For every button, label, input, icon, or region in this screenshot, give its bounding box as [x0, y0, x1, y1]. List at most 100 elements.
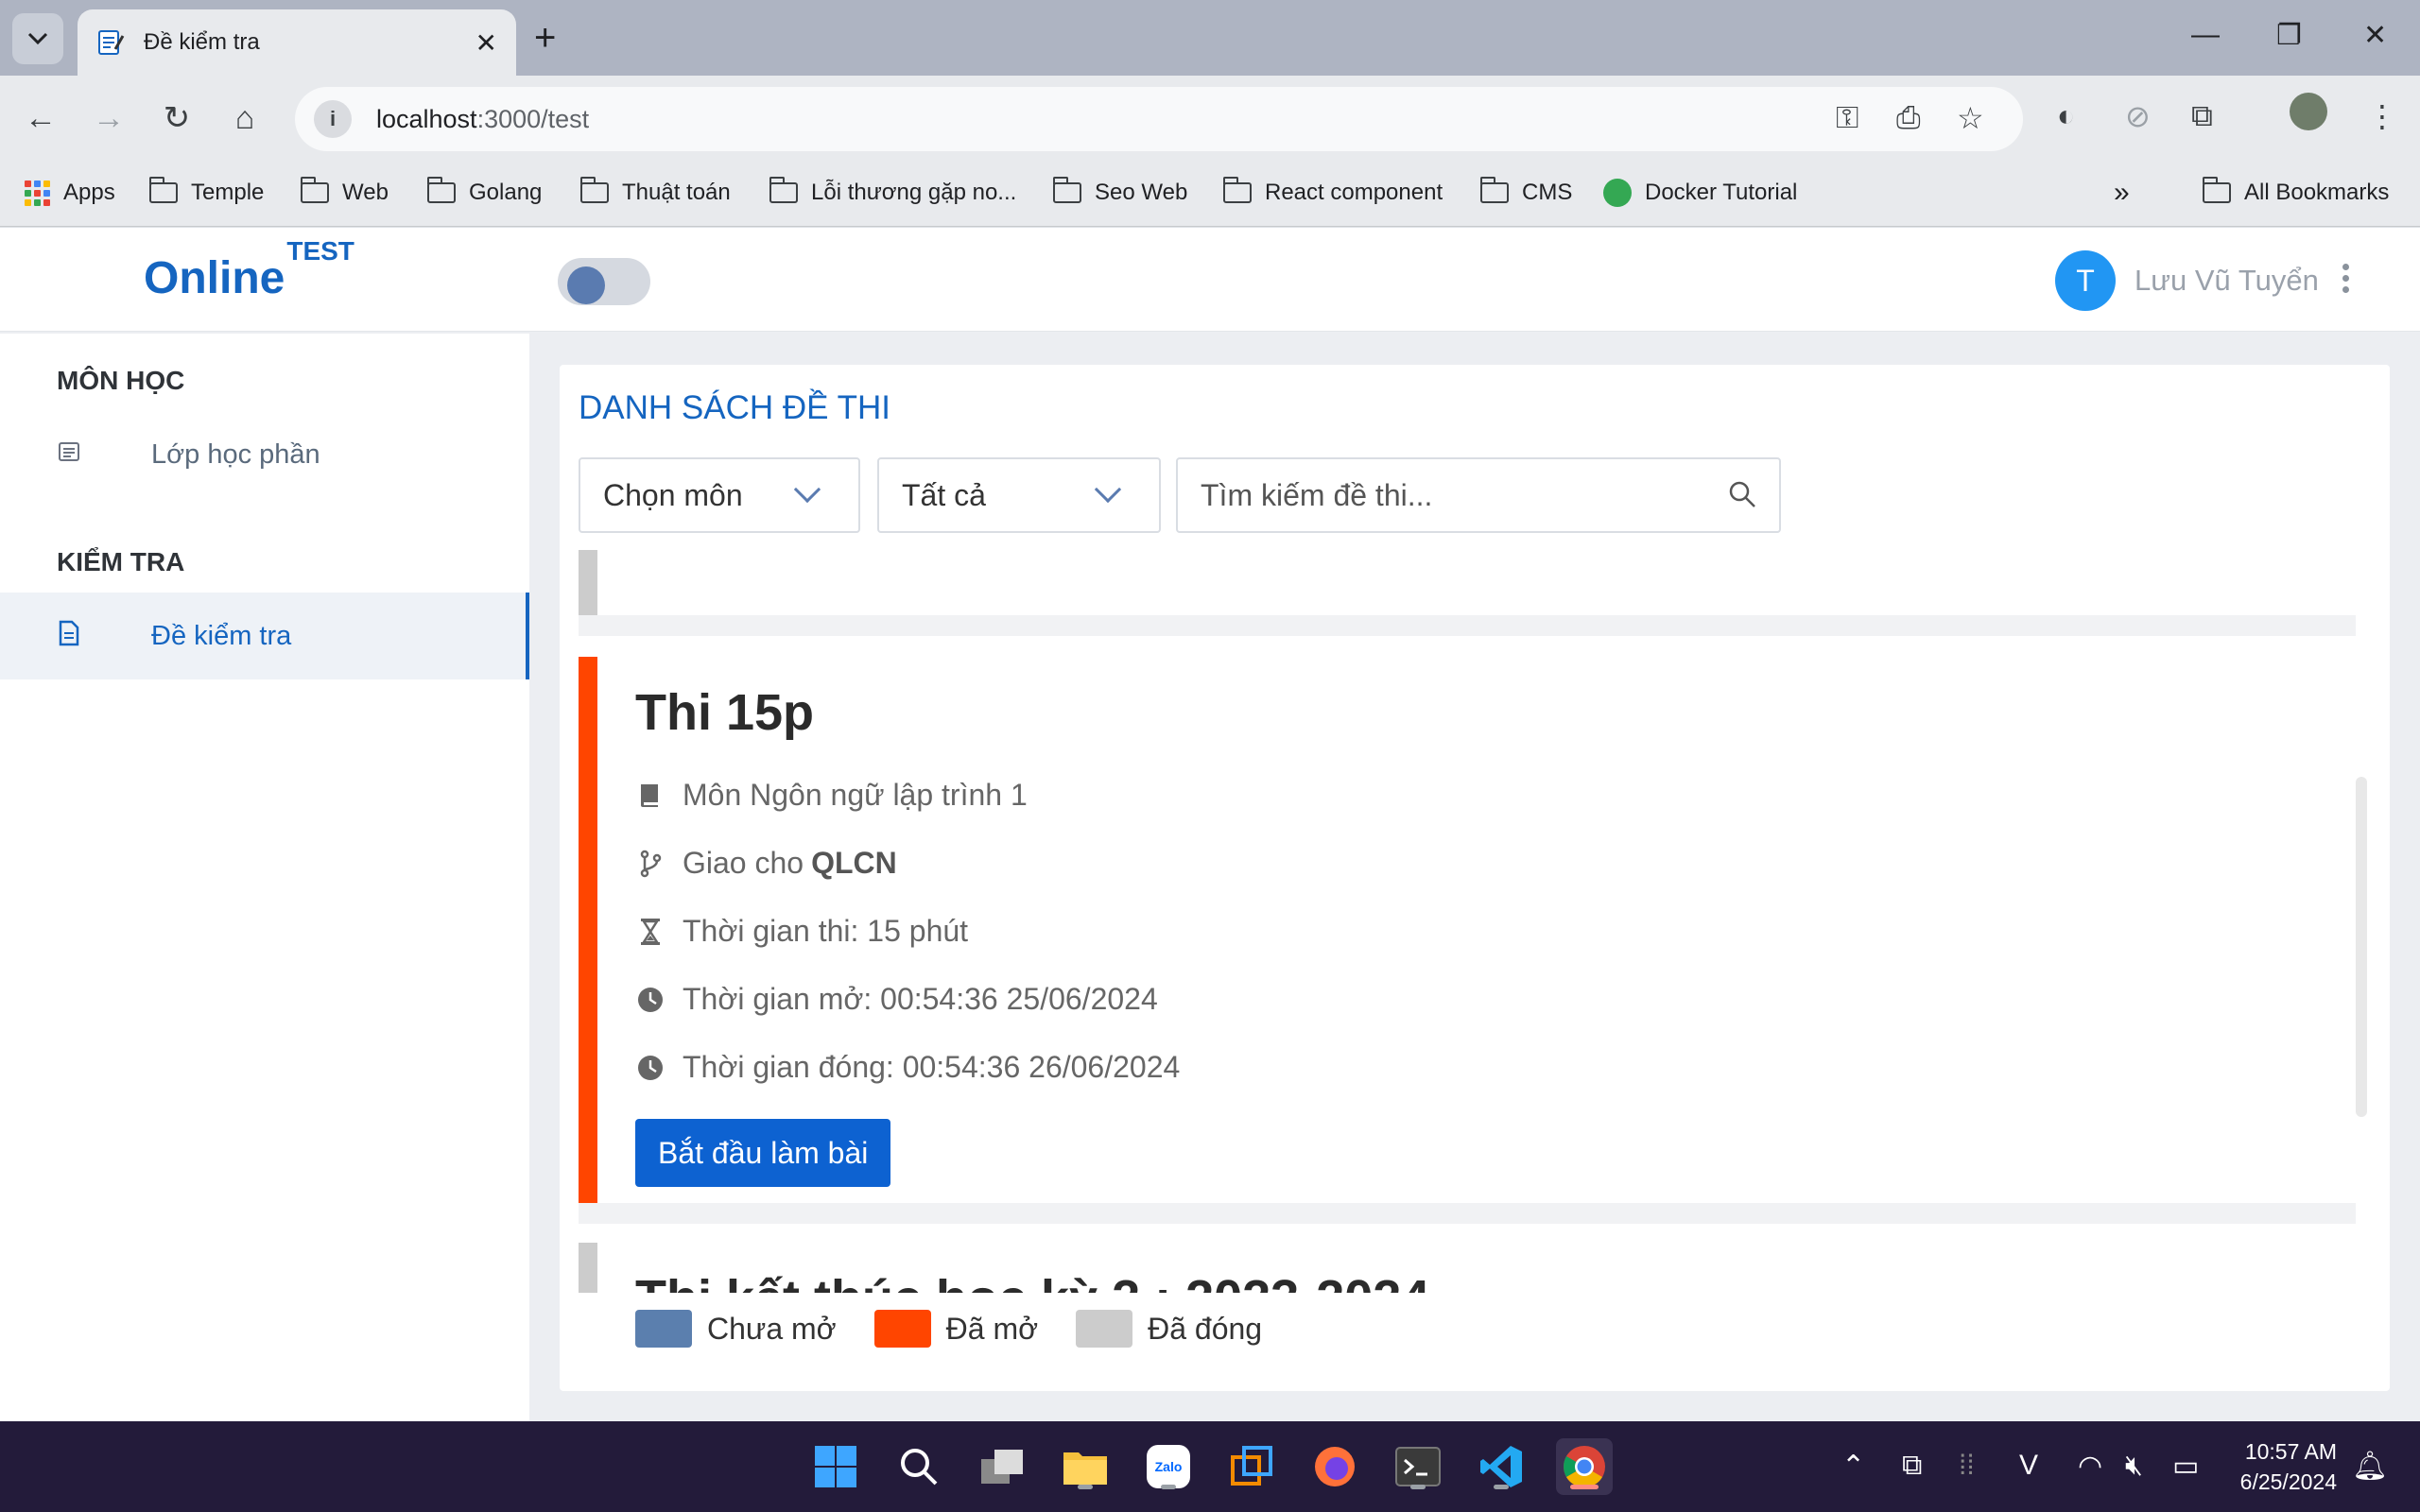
sidebar: MÔN HỌC Lớp học phần KIỂM TRA Đề kiểm tr…: [0, 334, 529, 1421]
grid-app-icon[interactable]: ⁞⁞: [1959, 1450, 1975, 1482]
extension-color-icon[interactable]: ◐: [2057, 98, 2075, 133]
web-app: OnlineTEST T Lưu Vũ Tuyển MÔN HỌC Lớp họ…: [0, 228, 2420, 1421]
close-window-icon[interactable]: ✕: [2363, 19, 2387, 52]
legend-swatch: [1076, 1310, 1133, 1348]
bookmark-folder[interactable]: Lỗi thương gặp no...: [769, 174, 1016, 212]
address-bar[interactable]: i localhost:3000/test ⚿ ⎙ ☆: [295, 87, 2023, 151]
sidebar-item-classes[interactable]: Lớp học phần: [0, 411, 529, 498]
exam-list[interactable]: Thi 15p Môn Ngôn ngữ lập trình 1 Giao ch…: [579, 550, 2380, 1293]
hourglass-icon: [635, 917, 666, 947]
bookmark-folder[interactable]: Seo Web: [1053, 174, 1187, 212]
active-indicator: [1570, 1485, 1599, 1489]
zalo-icon[interactable]: Zalo: [1140, 1438, 1197, 1495]
exam-assignee: Giao cho QLCN: [635, 846, 897, 881]
sidebar-item-tests[interactable]: Đề kiểm tra: [0, 593, 529, 679]
browser-tab[interactable]: Đề kiểm tra ✕: [78, 9, 516, 76]
search-icon[interactable]: [890, 1438, 947, 1495]
folder-icon: [580, 177, 609, 203]
search-icon[interactable]: [1728, 480, 1756, 508]
avatar[interactable]: T: [2055, 250, 2116, 311]
exam-open-time: Thời gian mở: 00:54:36 25/06/2024: [635, 982, 1158, 1017]
tab-search-button[interactable]: [12, 13, 63, 64]
url-text: localhost:3000/test: [376, 104, 590, 133]
chevron-down-icon: [27, 32, 48, 45]
vivaldi-icon[interactable]: V: [2019, 1450, 2038, 1482]
book-icon: [635, 781, 666, 811]
legend-item: Đã đóng: [1076, 1310, 1262, 1348]
bookmark-folder[interactable]: CMS: [1480, 174, 1572, 212]
bookmark-apps[interactable]: Apps: [25, 174, 115, 212]
document-favicon-icon: [98, 30, 125, 55]
bookmark-folder[interactable]: Temple: [149, 174, 264, 212]
exam-card: Thi kết thúc học kỳ 2 : 2023-2024: [579, 1243, 2356, 1293]
bookmark-folder[interactable]: Thuật toán: [580, 174, 731, 212]
terminal-icon[interactable]: [1390, 1438, 1446, 1495]
profile-avatar-icon[interactable]: [2290, 93, 2327, 130]
file-explorer-icon[interactable]: [1057, 1438, 1114, 1495]
site-info-icon[interactable]: i: [314, 100, 352, 138]
tab-title: Đề kiểm tra: [144, 29, 260, 55]
scrollbar[interactable]: [2356, 777, 2367, 1117]
windows-start-icon[interactable]: [807, 1438, 864, 1495]
home-icon[interactable]: ⌂: [221, 94, 268, 142]
task-view-icon[interactable]: [974, 1438, 1030, 1495]
restore-window-icon[interactable]: ❐: [2276, 19, 2302, 52]
username[interactable]: Lưu Vũ Tuyển: [2135, 264, 2319, 298]
exam-card: Thi 15p Môn Ngôn ngữ lập trình 1 Giao ch…: [579, 657, 2356, 1224]
bookmark-folder[interactable]: Golang: [427, 174, 542, 212]
back-arrow-icon[interactable]: ←: [17, 94, 64, 142]
exam-subject: Môn Ngôn ngữ lập trình 1: [635, 778, 1028, 813]
running-indicator: [1078, 1485, 1093, 1489]
chevron-down-icon: [793, 475, 821, 504]
search-input[interactable]: [1178, 459, 1688, 531]
user-menu-icon[interactable]: [2342, 264, 2352, 293]
document-icon: [57, 620, 81, 653]
extensions-puzzle-icon[interactable]: ⧉: [2191, 98, 2213, 134]
forward-arrow-icon[interactable]: →: [85, 94, 132, 142]
minimize-window-icon[interactable]: —: [2191, 19, 2220, 51]
folder-icon: [427, 177, 456, 203]
search-container: [1176, 457, 1781, 533]
bookmark-folder[interactable]: React component: [1223, 174, 1443, 212]
bookmark-docker-tutorial[interactable]: Docker Tutorial: [1603, 174, 1797, 212]
more-bookmarks-icon[interactable]: »: [2114, 174, 2130, 212]
show-hidden-icons-icon[interactable]: ⌃: [1841, 1450, 1865, 1483]
new-tab-button[interactable]: +: [534, 17, 556, 60]
close-tab-icon[interactable]: ✕: [475, 27, 497, 59]
app-logo[interactable]: OnlineTEST: [144, 236, 354, 304]
volume-muted-icon[interactable]: 🔇︎: [2125, 1450, 2143, 1482]
reload-icon[interactable]: ↻: [153, 94, 200, 142]
browser-tab-bar: Đề kiểm tra ✕ + — ❐ ✕: [0, 0, 2420, 76]
install-app-icon[interactable]: ⎙: [1896, 100, 1921, 136]
page-title: DANH SÁCH ĐỀ THI: [579, 389, 890, 426]
bookmark-folder[interactable]: Web: [301, 174, 389, 212]
sidebar-item-label: Đề kiểm tra: [151, 620, 292, 651]
vscode-icon[interactable]: [1473, 1438, 1530, 1495]
bookmark-star-icon[interactable]: ☆: [1957, 100, 1984, 136]
status-select[interactable]: Tất cả: [877, 457, 1161, 533]
copy-icon[interactable]: ⧉: [1902, 1450, 1922, 1482]
battery-icon[interactable]: ▭: [2172, 1450, 2199, 1483]
vmware-icon[interactable]: [1223, 1438, 1280, 1495]
all-bookmarks-button[interactable]: All Bookmarks: [2203, 174, 2389, 212]
chrome-icon[interactable]: [1556, 1438, 1613, 1495]
assigned-group: QLCN: [811, 846, 897, 880]
password-key-icon[interactable]: ⚿: [1836, 100, 1858, 136]
extension-compass-icon[interactable]: ⊘: [2125, 98, 2151, 134]
browser-menu-icon[interactable]: ⋮: [2367, 98, 2397, 134]
bookmarks-bar: Apps Temple Web Golang Thuật toán Lỗi th…: [0, 163, 2420, 227]
clock-icon: [635, 985, 666, 1015]
legend-item: Đã mở: [873, 1310, 1038, 1348]
firefox-icon[interactable]: [1306, 1438, 1363, 1495]
subject-select[interactable]: Chọn môn: [579, 457, 860, 533]
status-legend: Chưa mở Đã mở Đã đóng: [635, 1310, 1262, 1348]
folder-icon: [769, 177, 798, 203]
theme-toggle[interactable]: [558, 258, 650, 305]
wifi-icon[interactable]: ◠: [2078, 1450, 2102, 1483]
start-exam-button[interactable]: Bắt đầu làm bài: [635, 1119, 891, 1187]
notification-bell-icon[interactable]: 🔔︎: [2352, 1450, 2388, 1483]
running-indicator: [1161, 1485, 1176, 1489]
folder-icon: [1053, 177, 1081, 203]
branch-icon: [635, 849, 666, 879]
system-clock[interactable]: 10:57 AM 6/25/2024: [2223, 1436, 2337, 1497]
